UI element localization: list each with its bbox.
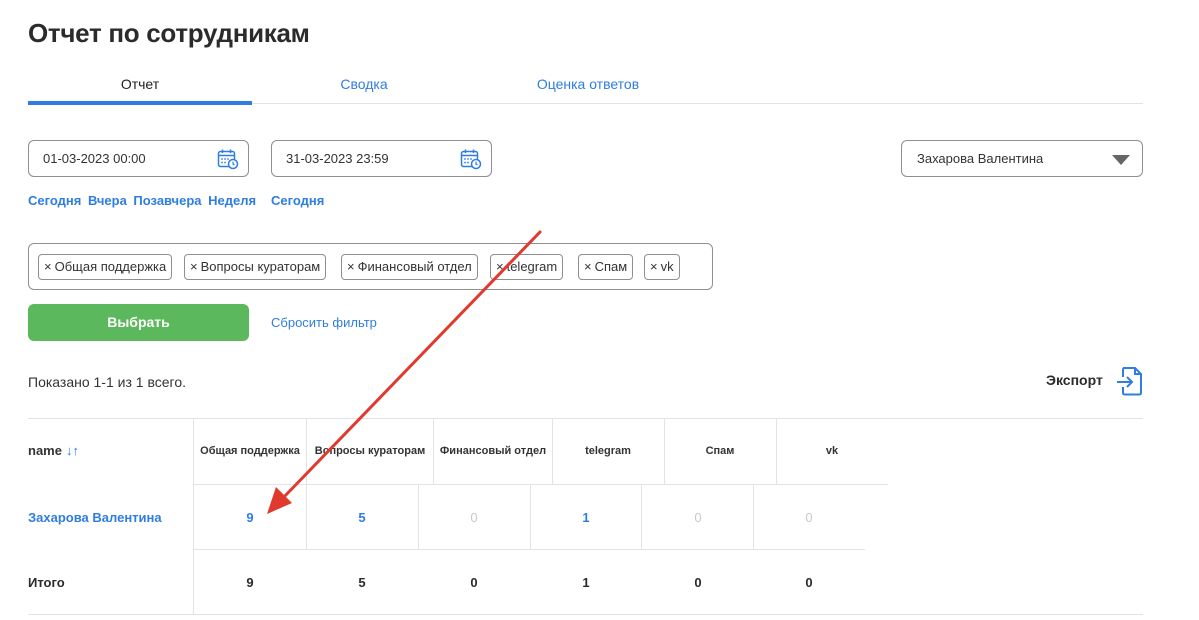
remove-tag-icon[interactable]: × — [44, 259, 52, 274]
table-cell-link[interactable]: 5 — [306, 485, 418, 551]
total-cell: 0 — [694, 575, 702, 590]
date-from-value: 01-03-2023 00:00 — [43, 151, 146, 166]
quick-link-today[interactable]: Сегодня — [28, 193, 81, 208]
column-divider — [433, 419, 434, 484]
tag-chip[interactable]: × Финансовый отдел — [341, 254, 478, 280]
date-to-value: 31-03-2023 23:59 — [286, 151, 389, 166]
column-header-name[interactable]: name ↓↑ — [28, 418, 193, 484]
column-header: Вопросы кураторам — [314, 445, 426, 457]
employee-select-value: Захарова Валентина — [917, 151, 1044, 166]
column-divider — [776, 419, 777, 484]
date-to-input[interactable]: 31-03-2023 23:59 — [271, 140, 492, 177]
column-divider — [418, 485, 419, 549]
quick-date-links-from: Сегодня Вчера Позавчера Неделя — [28, 193, 259, 208]
remove-tag-icon[interactable]: × — [190, 259, 198, 274]
tag-label: Спам — [594, 259, 628, 274]
calendar-icon[interactable] — [460, 148, 482, 170]
calendar-icon[interactable] — [217, 148, 239, 170]
column-divider — [193, 485, 194, 549]
column-header: Финансовый отдел — [439, 445, 547, 457]
tag-label: telegram — [506, 259, 558, 274]
column-header: Спам — [705, 445, 735, 457]
total-cell: 5 — [358, 575, 366, 590]
column-divider — [641, 485, 642, 549]
employee-select[interactable]: Захарова Валентина — [901, 140, 1143, 177]
tab-report[interactable]: Отчет — [28, 70, 252, 105]
tab-answer-rating[interactable]: Оценка ответов — [476, 70, 700, 104]
date-from-input[interactable]: 01-03-2023 00:00 — [28, 140, 249, 177]
quick-link-day-before[interactable]: Позавчера — [133, 193, 201, 208]
total-label: Итого — [28, 575, 65, 590]
tabs-bar: Отчет Сводка Оценка ответов — [28, 70, 1143, 105]
table-cell-link[interactable]: 9 — [194, 485, 306, 551]
quick-link-yesterday[interactable]: Вчера — [88, 193, 127, 208]
total-cell: 1 — [582, 575, 590, 590]
column-divider — [530, 485, 531, 549]
sort-icon[interactable]: ↓↑ — [66, 443, 79, 458]
column-header: telegram — [585, 445, 631, 457]
tag-chip[interactable]: × telegram — [490, 254, 564, 280]
column-divider — [193, 550, 194, 614]
remove-tag-icon[interactable]: × — [650, 259, 658, 274]
tag-chip[interactable]: × Общая поддержка — [38, 254, 173, 280]
column-divider — [753, 485, 754, 549]
table-cell: 0 — [470, 510, 478, 525]
select-button[interactable]: Выбрать — [28, 304, 249, 341]
column-divider — [193, 419, 194, 484]
tag-label: Вопросы кураторам — [200, 259, 321, 274]
column-divider — [664, 419, 665, 484]
column-header: vk — [825, 445, 839, 457]
column-header: Общая поддержка — [200, 445, 300, 457]
quick-link-today[interactable]: Сегодня — [271, 193, 324, 208]
table-cell: 0 — [805, 510, 813, 525]
queue-tags-input[interactable]: × Общая поддержка × Вопросы кураторам × Фин… — [28, 243, 713, 290]
tab-summary[interactable]: Сводка — [252, 70, 476, 104]
column-divider — [552, 419, 553, 484]
tag-label: Общая поддержка — [54, 259, 167, 274]
remove-tag-icon[interactable]: × — [347, 259, 355, 274]
remove-tag-icon[interactable]: × — [584, 259, 592, 274]
quick-date-links-to: Сегодня — [271, 193, 327, 208]
tag-chip[interactable]: × Вопросы кураторам — [184, 254, 327, 280]
results-count: Показано 1-1 из 1 всего. — [28, 374, 186, 390]
employee-name-link[interactable]: Захарова Валентина — [28, 485, 193, 551]
total-cell: 9 — [246, 575, 254, 590]
tag-label: vk — [660, 259, 674, 274]
remove-tag-icon[interactable]: × — [496, 259, 504, 274]
tag-label: Финансовый отдел — [357, 259, 472, 274]
column-header-label: name — [28, 443, 62, 458]
page-title: Отчет по сотрудникам — [28, 18, 310, 48]
export-button[interactable]: Экспорт — [1046, 372, 1103, 388]
table-bottom-border — [28, 614, 1143, 615]
column-divider — [306, 485, 307, 549]
reset-filter-link[interactable]: Сбросить фильтр — [271, 315, 377, 330]
tag-chip[interactable]: × Спам — [578, 254, 634, 280]
export-file-icon[interactable] — [1116, 366, 1144, 396]
quick-link-week[interactable]: Неделя — [208, 193, 256, 208]
caret-down-icon[interactable] — [1112, 155, 1130, 165]
table-cell-link[interactable]: 1 — [530, 485, 642, 551]
total-cell: 0 — [470, 575, 478, 590]
total-cell: 0 — [805, 575, 813, 590]
column-divider — [306, 419, 307, 484]
tag-chip[interactable]: × vk — [644, 254, 680, 280]
table-cell: 0 — [694, 510, 702, 525]
